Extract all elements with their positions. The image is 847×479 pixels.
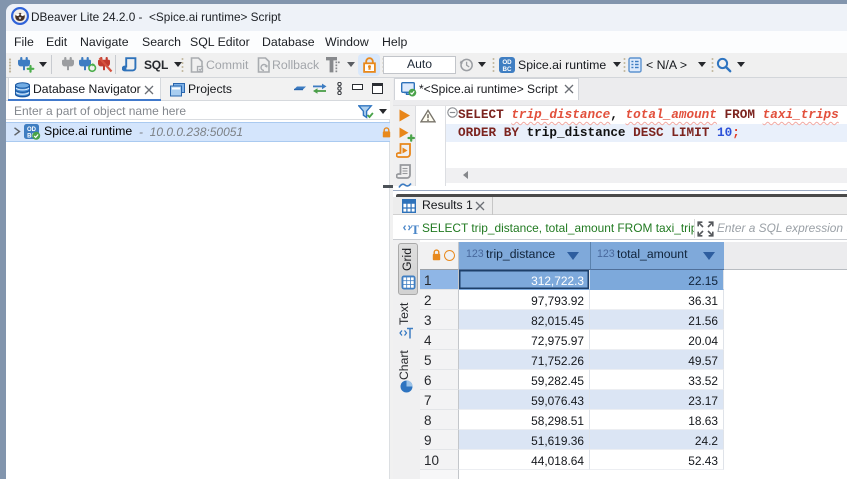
- svg-text:BC: BC: [503, 66, 512, 73]
- svg-text:T: T: [411, 223, 419, 235]
- svg-text:OD: OD: [27, 127, 37, 133]
- svg-text:OD: OD: [502, 59, 512, 66]
